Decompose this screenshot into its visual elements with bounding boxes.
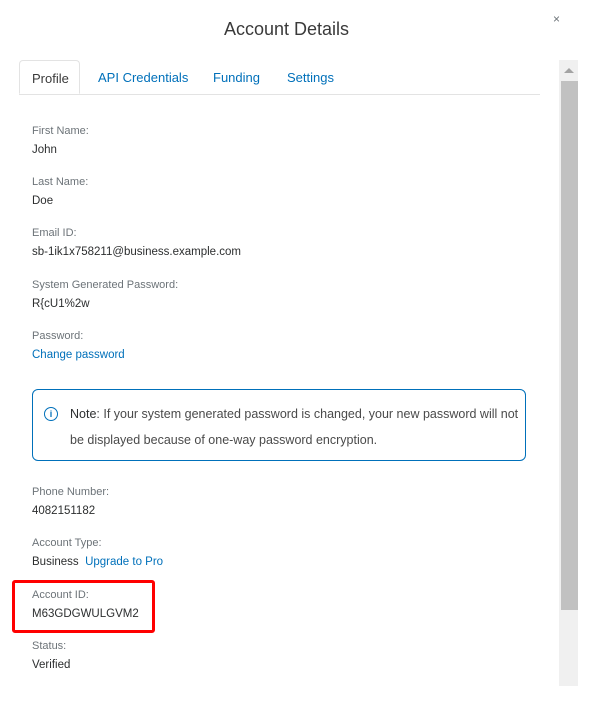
email-field: Email ID: sb-1ik1x758211@business.exampl…: [32, 227, 241, 258]
email-value: sb-1ik1x758211@business.example.com: [32, 246, 241, 258]
scrollbar[interactable]: [559, 60, 578, 686]
dialog-title: Account Details: [223, 19, 350, 39]
first-name-field: First Name: John: [32, 125, 89, 156]
first-name-value: John: [32, 144, 57, 156]
password-label: Password:: [32, 330, 84, 342]
status-label: Status:: [32, 640, 67, 652]
password-field: Password: Change password: [32, 330, 125, 361]
close-icon[interactable]: ×: [553, 12, 560, 26]
account-type-field: Account Type: Business Upgrade to Pro: [32, 537, 163, 568]
tab-funding[interactable]: Funding: [213, 60, 260, 94]
tab-bar: Profile API Credentials Funding Settings: [19, 60, 540, 95]
tab-settings[interactable]: Settings: [287, 60, 334, 94]
system-password-value: R{cU1%2w: [32, 298, 90, 310]
phone-field: Phone Number: 4082151182: [32, 486, 109, 517]
last-name-field: Last Name: Doe: [32, 176, 88, 207]
account-id-value: M63GDGWULGVM2: [32, 608, 139, 620]
tab-profile[interactable]: Profile: [19, 60, 80, 94]
status-value: Verified: [32, 659, 71, 671]
account-id-field: Account ID: M63GDGWULGVM2: [32, 589, 139, 620]
account-type-label: Account Type:: [32, 537, 102, 549]
last-name-value: Doe: [32, 195, 54, 207]
system-password-label: System Generated Password:: [32, 279, 179, 291]
system-password-field: System Generated Password: R{cU1%2w: [32, 279, 178, 310]
account-id-label: Account ID:: [32, 589, 89, 601]
last-name-label: Last Name:: [32, 176, 89, 188]
scroll-up-arrow-icon[interactable]: [559, 60, 578, 80]
change-password-link[interactable]: Change password: [32, 349, 125, 361]
note-text: Note: If your system generated password …: [70, 401, 520, 453]
note-prefix: Note: [70, 407, 97, 421]
email-label: Email ID:: [32, 227, 77, 239]
tab-api-credentials[interactable]: API Credentials: [98, 60, 188, 94]
info-icon: i: [44, 407, 58, 421]
status-field: Status: Verified: [32, 640, 70, 671]
first-name-label: First Name:: [32, 125, 89, 137]
scrollbar-thumb[interactable]: [561, 81, 578, 610]
phone-value: 4082151182: [32, 505, 96, 517]
upgrade-to-pro-link[interactable]: Upgrade to Pro: [85, 556, 163, 568]
password-note: i Note: If your system generated passwor…: [32, 389, 526, 461]
note-body: : If your system generated password is c…: [70, 407, 519, 447]
account-type-value: Business: [32, 556, 79, 568]
phone-label: Phone Number:: [32, 486, 110, 498]
